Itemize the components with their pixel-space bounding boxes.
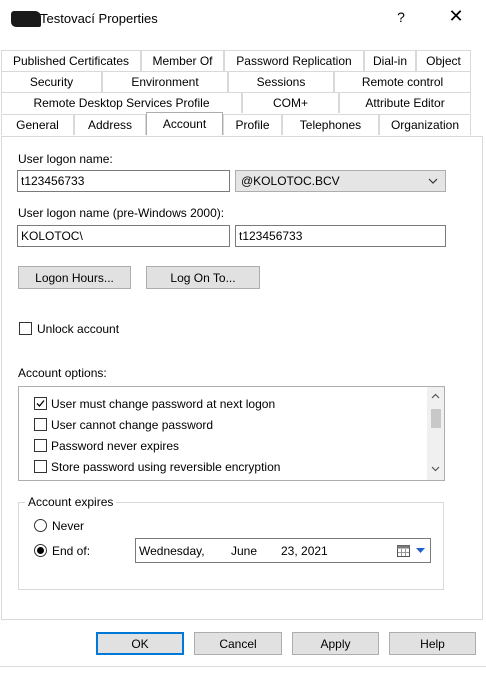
tab-environment[interactable]: Environment bbox=[102, 71, 228, 92]
bottom-divider bbox=[0, 666, 486, 667]
tab-organization[interactable]: Organization bbox=[379, 114, 471, 135]
option-checkbox-cannot-change-password[interactable] bbox=[34, 418, 47, 431]
tab-sessions[interactable]: Sessions bbox=[228, 71, 334, 92]
pre-windows-2000-domain-field: KOLOTOC\ bbox=[17, 225, 230, 247]
dropdown-arrow-icon[interactable] bbox=[416, 547, 425, 554]
logon-hours-button[interactable]: Logon Hours... bbox=[18, 266, 131, 289]
option-label-cannot-change-password: User cannot change password bbox=[51, 418, 214, 432]
end-of-label: End of: bbox=[52, 544, 91, 558]
pre-windows-2000-label: User logon name (pre-Windows 2000): bbox=[18, 206, 225, 220]
never-label: Never bbox=[52, 519, 85, 533]
tab-member-of[interactable]: Member Of bbox=[141, 50, 224, 71]
tab-general[interactable]: General bbox=[1, 114, 74, 135]
account-options-list[interactable]: User must change password at next logon … bbox=[18, 386, 445, 481]
domain-suffix-select[interactable]: @KOLOTOC.BCV bbox=[235, 170, 446, 192]
account-options-label: Account options: bbox=[18, 366, 107, 380]
help-button[interactable]: Help bbox=[389, 632, 476, 655]
help-icon[interactable]: ? bbox=[392, 9, 410, 25]
pre-windows-2000-name-input[interactable]: t123456733 bbox=[235, 225, 446, 247]
unlock-account-label: Unlock account bbox=[37, 322, 120, 336]
checkmark-icon bbox=[36, 400, 45, 407]
scroll-up-icon[interactable] bbox=[430, 391, 441, 402]
scroll-down-icon[interactable] bbox=[430, 463, 441, 474]
tab-dial-in[interactable]: Dial-in bbox=[364, 50, 416, 71]
end-of-radio[interactable] bbox=[34, 544, 47, 557]
date-month: June bbox=[231, 544, 258, 558]
tab-published-certificates[interactable]: Published Certificates bbox=[1, 50, 141, 71]
option-label-reversible-encryption: Store password using reversible encrypti… bbox=[51, 460, 281, 474]
calendar-icon[interactable] bbox=[397, 545, 410, 557]
cancel-button[interactable]: Cancel bbox=[194, 632, 282, 655]
option-label-must-change-password: User must change password at next logon bbox=[51, 397, 276, 411]
date-day-year: 23, 2021 bbox=[281, 544, 328, 558]
option-checkbox-must-change-password[interactable] bbox=[34, 397, 47, 410]
tab-attribute-editor[interactable]: Attribute Editor bbox=[339, 92, 471, 113]
user-logon-name-input[interactable]: t123456733 bbox=[17, 170, 230, 192]
tab-com-plus[interactable]: COM+ bbox=[242, 92, 339, 113]
tab-remote-control[interactable]: Remote control bbox=[334, 71, 471, 92]
close-icon[interactable]: ✕ bbox=[446, 6, 466, 27]
window-title: Testovací Properties bbox=[40, 11, 158, 26]
date-weekday: Wednesday, bbox=[139, 544, 205, 558]
expiry-date-picker[interactable]: Wednesday, June 23, 2021 bbox=[135, 538, 431, 563]
radio-selected-dot bbox=[37, 547, 44, 554]
options-scrollbar[interactable] bbox=[427, 387, 444, 480]
tab-telephones[interactable]: Telephones bbox=[282, 114, 379, 135]
log-on-to-button[interactable]: Log On To... bbox=[146, 266, 260, 289]
title-bar: Testovací Properties ? ✕ bbox=[0, 0, 486, 38]
tab-account[interactable]: Account bbox=[146, 112, 223, 135]
option-checkbox-password-never-expires[interactable] bbox=[34, 439, 47, 452]
unlock-account-checkbox[interactable] bbox=[19, 322, 32, 335]
tab-password-replication[interactable]: Password Replication bbox=[224, 50, 364, 71]
user-logon-name-label: User logon name: bbox=[18, 152, 113, 166]
ok-button[interactable]: OK bbox=[96, 632, 184, 655]
chevron-down-icon bbox=[428, 178, 438, 184]
option-checkbox-reversible-encryption[interactable] bbox=[34, 460, 47, 473]
domain-suffix-value: @KOLOTOC.BCV bbox=[241, 174, 340, 188]
account-expires-title: Account expires bbox=[25, 495, 117, 509]
tab-address[interactable]: Address bbox=[74, 114, 146, 135]
scroll-thumb[interactable] bbox=[431, 409, 441, 428]
tab-security[interactable]: Security bbox=[1, 71, 102, 92]
app-icon bbox=[11, 11, 41, 27]
option-label-password-never-expires: Password never expires bbox=[51, 439, 180, 453]
tab-profile[interactable]: Profile bbox=[223, 114, 282, 135]
never-radio[interactable] bbox=[34, 519, 47, 532]
tab-object[interactable]: Object bbox=[416, 50, 471, 71]
apply-button[interactable]: Apply bbox=[292, 632, 379, 655]
tab-remote-desktop-services-profile[interactable]: Remote Desktop Services Profile bbox=[1, 92, 242, 113]
